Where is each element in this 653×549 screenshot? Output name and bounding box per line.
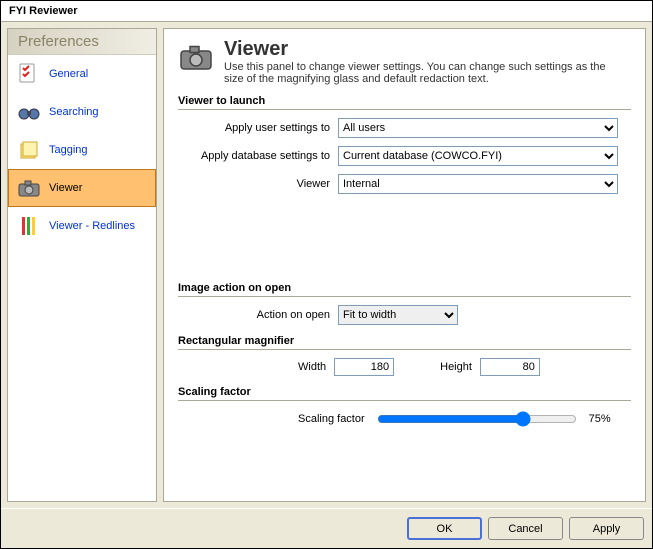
- sidebar-item-label: General: [49, 68, 88, 80]
- label-apply-user-settings: Apply user settings to: [178, 122, 338, 134]
- scaling-value-display: 75%: [589, 413, 611, 425]
- main-panel: Viewer Use this panel to change viewer s…: [163, 28, 646, 502]
- sidebar-header: Preferences: [8, 29, 156, 55]
- window-title: FYI Reviewer: [1, 1, 652, 22]
- section-viewer-to-launch: Viewer to launch: [178, 95, 631, 110]
- label-action-on-open: Action on open: [178, 309, 338, 321]
- sidebar-item-viewer-redlines[interactable]: Viewer - Redlines: [8, 207, 156, 245]
- select-apply-db-settings[interactable]: Current database (COWCO.FYI): [338, 146, 618, 166]
- section-scaling: Scaling factor: [178, 386, 631, 401]
- camera-icon: [17, 176, 41, 200]
- tag-icon: [17, 138, 41, 162]
- cancel-button[interactable]: Cancel: [488, 517, 563, 540]
- slider-scaling-factor[interactable]: [377, 411, 577, 427]
- pens-icon: [17, 214, 41, 238]
- select-apply-user-settings[interactable]: All users: [338, 118, 618, 138]
- preferences-sidebar: Preferences General: [7, 28, 157, 502]
- camera-icon: [178, 39, 214, 75]
- input-mag-height[interactable]: [480, 358, 540, 376]
- select-viewer[interactable]: Internal: [338, 174, 618, 194]
- page-title: Viewer: [224, 39, 624, 59]
- label-mag-width: Width: [298, 361, 326, 373]
- label-viewer: Viewer: [178, 178, 338, 190]
- sidebar-item-label: Viewer: [49, 182, 82, 194]
- sidebar-item-label: Tagging: [49, 144, 88, 156]
- input-mag-width[interactable]: [334, 358, 394, 376]
- sidebar-item-viewer[interactable]: Viewer: [8, 169, 156, 207]
- label-mag-height: Height: [440, 361, 472, 373]
- label-apply-db-settings: Apply database settings to: [178, 150, 338, 162]
- preferences-window: FYI Reviewer Preferences General: [0, 0, 653, 549]
- section-magnifier: Rectangular magnifier: [178, 335, 631, 350]
- label-scaling-factor: Scaling factor: [298, 413, 365, 425]
- section-image-action: Image action on open: [178, 282, 631, 297]
- apply-button[interactable]: Apply: [569, 517, 644, 540]
- dialog-footer: OK Cancel Apply: [1, 508, 652, 548]
- window-body: Preferences General: [1, 22, 652, 508]
- sidebar-item-tagging[interactable]: Tagging: [8, 131, 156, 169]
- sidebar-item-general[interactable]: General: [8, 55, 156, 93]
- sidebar-item-label: Searching: [49, 106, 99, 118]
- main-header: Viewer Use this panel to change viewer s…: [178, 39, 631, 85]
- select-action-on-open[interactable]: Fit to width: [338, 305, 458, 325]
- sidebar-item-searching[interactable]: Searching: [8, 93, 156, 131]
- sidebar-item-label: Viewer - Redlines: [49, 220, 135, 232]
- ok-button[interactable]: OK: [407, 517, 482, 540]
- general-icon: [17, 62, 41, 86]
- page-description: Use this panel to change viewer settings…: [224, 61, 624, 85]
- binoculars-icon: [17, 100, 41, 124]
